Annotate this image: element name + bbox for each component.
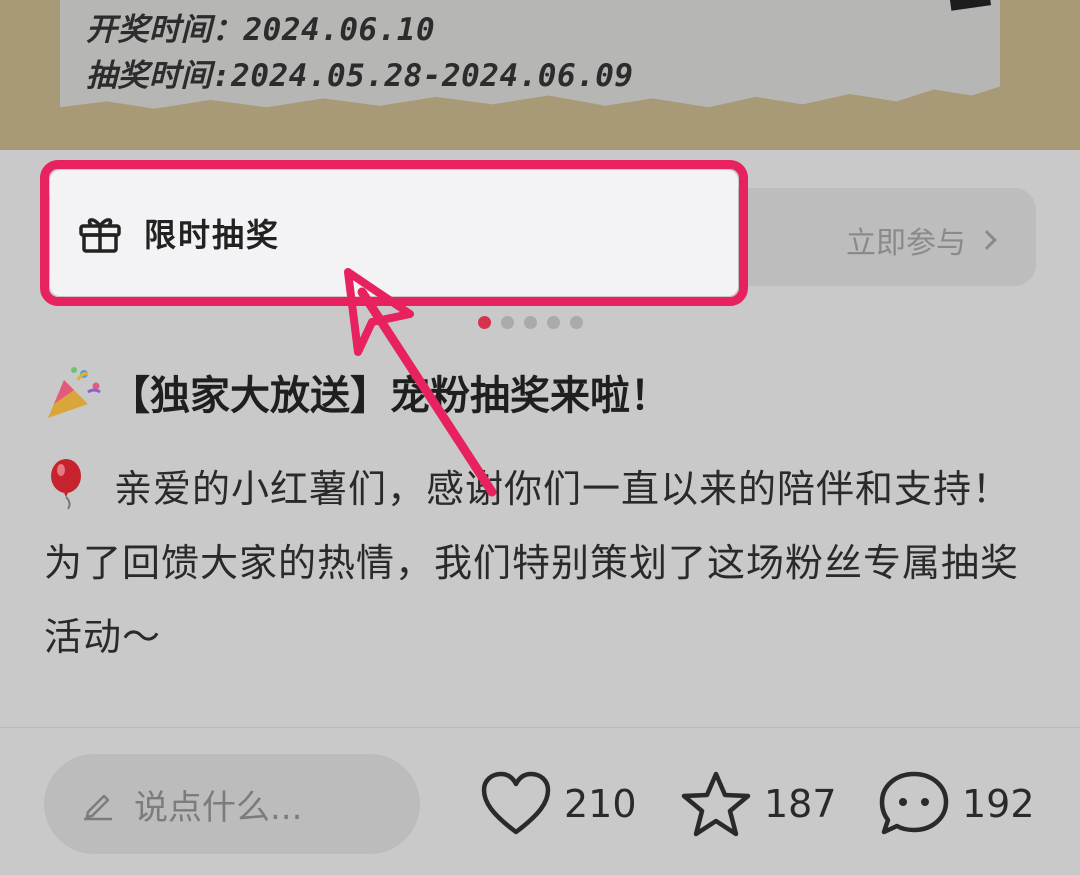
draw-date-text: 开奖时间：2024.06.10	[86, 12, 436, 48]
carousel-dot	[524, 316, 537, 329]
carousel-dot	[501, 316, 514, 329]
post-body: 亲爱的小红薯们，感谢你们一直以来的陪伴和支持！为了回馈大家的热情，我们特别策划了…	[44, 452, 1034, 674]
gift-icon	[79, 218, 121, 253]
comment-input[interactable]: 说点什么...	[44, 754, 420, 854]
like-button[interactable]: 210	[480, 770, 637, 838]
comment-count: 192	[962, 782, 1035, 826]
lottery-title: 限时抽奖	[144, 216, 281, 254]
comment-bubble-icon	[879, 771, 949, 835]
chevron-right-icon	[977, 230, 997, 250]
like-count: 210	[564, 782, 637, 826]
favorite-count: 187	[764, 782, 837, 826]
post-image-banner[interactable]: 开奖时间：2024.06.10 抽奖时间:2024.05.28-2024.06.…	[0, 0, 1080, 150]
join-link[interactable]: 立即参与	[846, 218, 997, 262]
divider	[0, 727, 1080, 728]
lottery-entry[interactable]: 限时抽奖	[50, 170, 738, 296]
carousel-dot	[570, 316, 583, 329]
carousel-dot-active	[478, 316, 491, 329]
favorite-button[interactable]: 187	[680, 770, 837, 838]
star-icon	[681, 771, 751, 837]
pencil-icon	[84, 794, 112, 821]
comment-button[interactable]: 192	[878, 770, 1035, 838]
comment-placeholder: 说点什么...	[134, 787, 303, 828]
carousel-indicator	[478, 316, 583, 329]
post-detail-page: 开奖时间：2024.06.10 抽奖时间:2024.05.28-2024.06.…	[0, 0, 1080, 875]
entry-period-text: 抽奖时间:2024.05.28-2024.06.09	[86, 58, 634, 94]
balloon-icon	[51, 459, 81, 510]
post-title: 【独家大放送】宠粉抽奖来啦！	[44, 362, 1044, 422]
join-label: 立即参与	[846, 226, 966, 261]
post-body-text: 亲爱的小红薯们，感谢你们一直以来的陪伴和支持！为了回馈大家的热情，我们特别策划了…	[44, 467, 1020, 659]
heart-icon	[481, 771, 551, 835]
post-title-text: 【独家大放送】宠粉抽奖来啦！	[110, 373, 670, 419]
party-popper-icon	[48, 367, 101, 418]
carousel-dot	[547, 316, 560, 329]
